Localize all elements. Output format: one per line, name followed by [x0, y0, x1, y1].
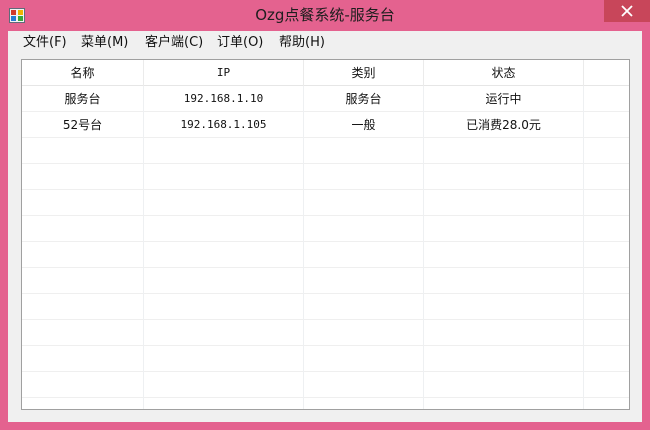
column-header-filler: [584, 60, 629, 86]
empty-row: [22, 138, 629, 164]
column-header-status[interactable]: 状态: [424, 60, 584, 86]
column-divider: [583, 86, 584, 409]
column-header-name[interactable]: 名称: [22, 60, 144, 86]
cell-ip: 192.168.1.10: [144, 86, 304, 112]
empty-row: [22, 294, 629, 320]
column-divider: [423, 86, 424, 409]
client-list-view[interactable]: 名称 IP 类别 状态 服务台 192.168.1.10 服务台 运行中 52号…: [21, 59, 630, 410]
client-area: 文件(F) 菜单(M) 客户端(C) 订单(O) 帮助(H) 名称 IP 类别 …: [8, 31, 642, 422]
menu-file[interactable]: 文件(F): [16, 31, 74, 55]
menu-bar: 文件(F) 菜单(M) 客户端(C) 订单(O) 帮助(H): [8, 31, 642, 55]
empty-row: [22, 372, 629, 398]
window-title: Ozg点餐系统-服务台: [255, 6, 395, 24]
cell-status: 已消费28.0元: [424, 112, 584, 138]
column-divider: [303, 86, 304, 409]
empty-row: [22, 242, 629, 268]
cell-name: 服务台: [22, 86, 144, 112]
empty-row: [22, 216, 629, 242]
menu-menu[interactable]: 菜单(M): [74, 31, 135, 55]
column-header-ip[interactable]: IP: [144, 60, 304, 86]
title-bar[interactable]: Ozg点餐系统-服务台: [0, 0, 650, 31]
menu-order[interactable]: 订单(O): [210, 31, 270, 55]
empty-row: [22, 190, 629, 216]
cell-name: 52号台: [22, 112, 144, 138]
empty-row: [22, 164, 629, 190]
column-divider: [143, 86, 144, 409]
empty-row: [22, 268, 629, 294]
column-header-type[interactable]: 类别: [304, 60, 424, 86]
table-header: 名称 IP 类别 状态: [22, 60, 629, 86]
cell-type: 一般: [304, 112, 424, 138]
close-button[interactable]: [604, 0, 650, 22]
cell-ip: 192.168.1.105: [144, 112, 304, 138]
cell-status: 运行中: [424, 86, 584, 112]
app-window: Ozg点餐系统-服务台 文件(F) 菜单(M) 客户端(C) 订单(O) 帮助(…: [0, 0, 650, 430]
cell-type: 服务台: [304, 86, 424, 112]
table-row[interactable]: 服务台 192.168.1.10 服务台 运行中: [22, 86, 629, 112]
table-row[interactable]: 52号台 192.168.1.105 一般 已消费28.0元: [22, 112, 629, 138]
menu-help[interactable]: 帮助(H): [272, 31, 332, 55]
empty-row: [22, 346, 629, 372]
menu-client[interactable]: 客户端(C): [138, 31, 210, 55]
close-icon: [621, 5, 633, 17]
empty-row: [22, 320, 629, 346]
